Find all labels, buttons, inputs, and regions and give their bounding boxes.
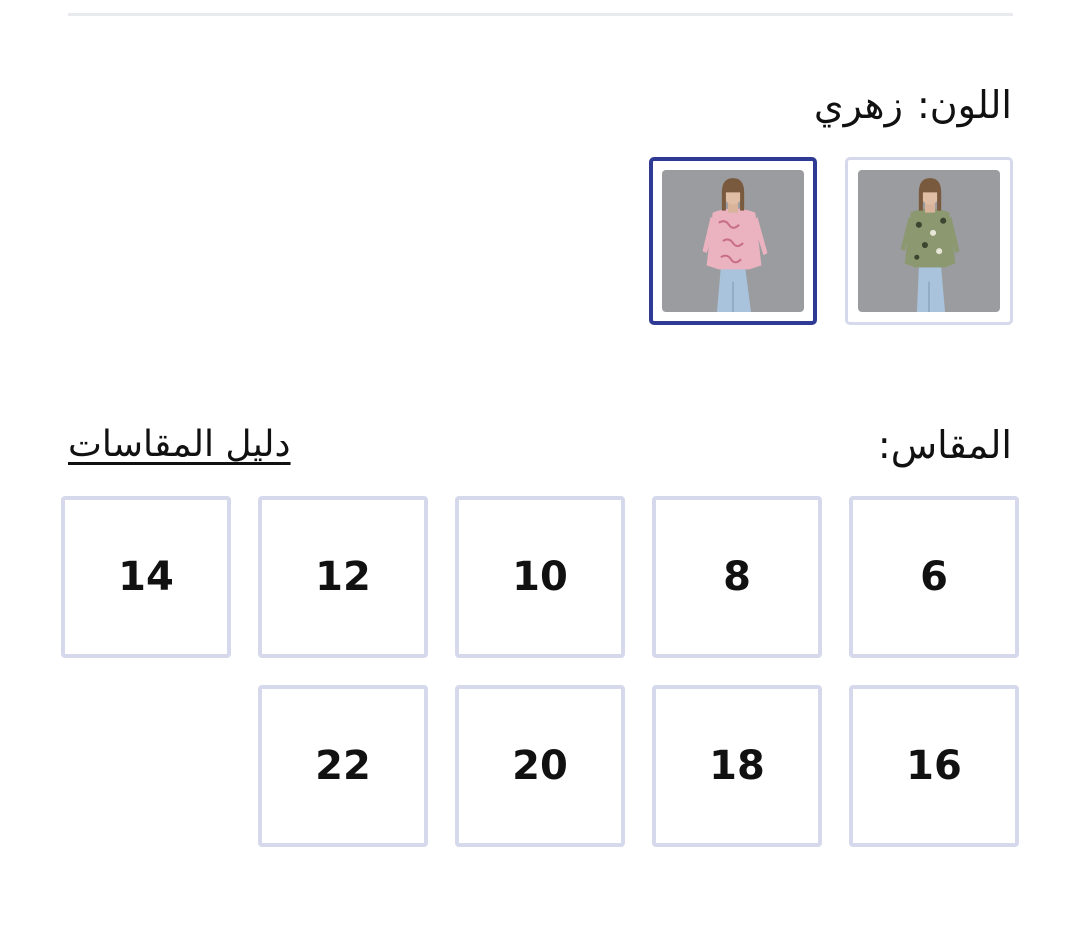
size-option-6[interactable]: 6 (849, 496, 1019, 658)
color-label: اللون: (916, 83, 1012, 127)
product-image-pink-print (662, 170, 804, 312)
color-swatch-pink-print[interactable] (649, 157, 817, 325)
size-option-10[interactable]: 10 (455, 496, 625, 658)
size-label: المقاس: (877, 423, 1012, 467)
size-option-22[interactable]: 22 (258, 685, 428, 847)
selected-color-value: زهري (813, 83, 903, 127)
size-option-16[interactable]: 16 (849, 685, 1019, 847)
size-guide-link[interactable]: دليل المقاسات (68, 420, 291, 470)
size-option-14[interactable]: 14 (61, 496, 231, 658)
size-option-20[interactable]: 20 (455, 685, 625, 847)
product-image-green-print (858, 170, 1000, 312)
color-selector-label: اللون: زهري (814, 80, 1012, 130)
section-divider (68, 13, 1013, 16)
size-option-12[interactable]: 12 (258, 496, 428, 658)
color-swatch-green-print[interactable] (845, 157, 1013, 325)
size-option-18[interactable]: 18 (652, 685, 822, 847)
size-option-8[interactable]: 8 (652, 496, 822, 658)
